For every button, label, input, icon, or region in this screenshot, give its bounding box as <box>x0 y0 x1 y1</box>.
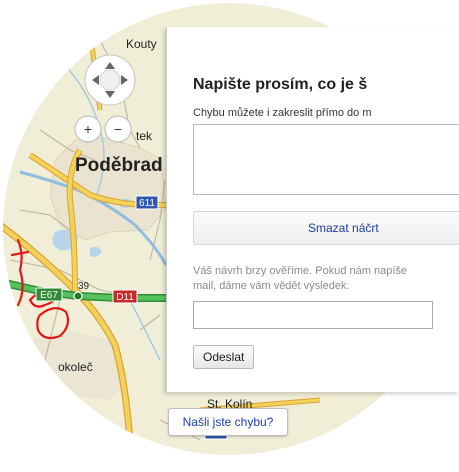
zoom-in-button[interactable]: + <box>74 115 102 143</box>
svg-text:−: − <box>114 121 122 137</box>
send-button[interactable]: Odeslat <box>193 345 255 369</box>
panel-info-line: Váš návrh brzy ověříme. Pokud nám napíše <box>193 265 407 277</box>
panel-title: Napište prosím, co je š <box>193 76 368 93</box>
clear-sketch-button[interactable]: Smazat náčrt <box>193 211 459 245</box>
panel-info-text: Váš návrh brzy ověříme. Pokud nám napíše… <box>193 264 453 294</box>
svg-text:611: 611 <box>139 198 155 209</box>
svg-text:E67: E67 <box>40 290 58 301</box>
panel-subtitle: Chybu můžete i zakreslit přímo do m <box>193 107 372 119</box>
place-label-kolec: okoleč <box>58 360 93 374</box>
found-error-button[interactable]: Našli jste chybu? <box>168 408 288 436</box>
place-label-podebrady: Poděbrad <box>75 155 163 176</box>
road-number-39: 39 <box>78 281 90 292</box>
road-shield-611: 611 <box>135 195 159 210</box>
motorway-exit <box>73 291 83 301</box>
road-shield-d11: D11 <box>112 289 138 304</box>
place-label-kouty: Kouty <box>126 37 157 51</box>
error-description-textarea[interactable] <box>193 124 459 195</box>
road-shield-e67: E67 <box>35 287 63 302</box>
error-report-panel: Napište prosím, co je š Chybu můžete i z… <box>166 27 459 392</box>
zoom-out-button[interactable]: − <box>104 115 132 143</box>
pan-control[interactable] <box>84 54 136 106</box>
place-label-tek: tek <box>136 129 153 143</box>
svg-text:+: + <box>84 121 92 137</box>
panel-info-line: mail, dáme vám vědět výsledek. <box>193 280 350 292</box>
email-input[interactable] <box>193 301 433 329</box>
svg-text:D11: D11 <box>116 292 134 303</box>
